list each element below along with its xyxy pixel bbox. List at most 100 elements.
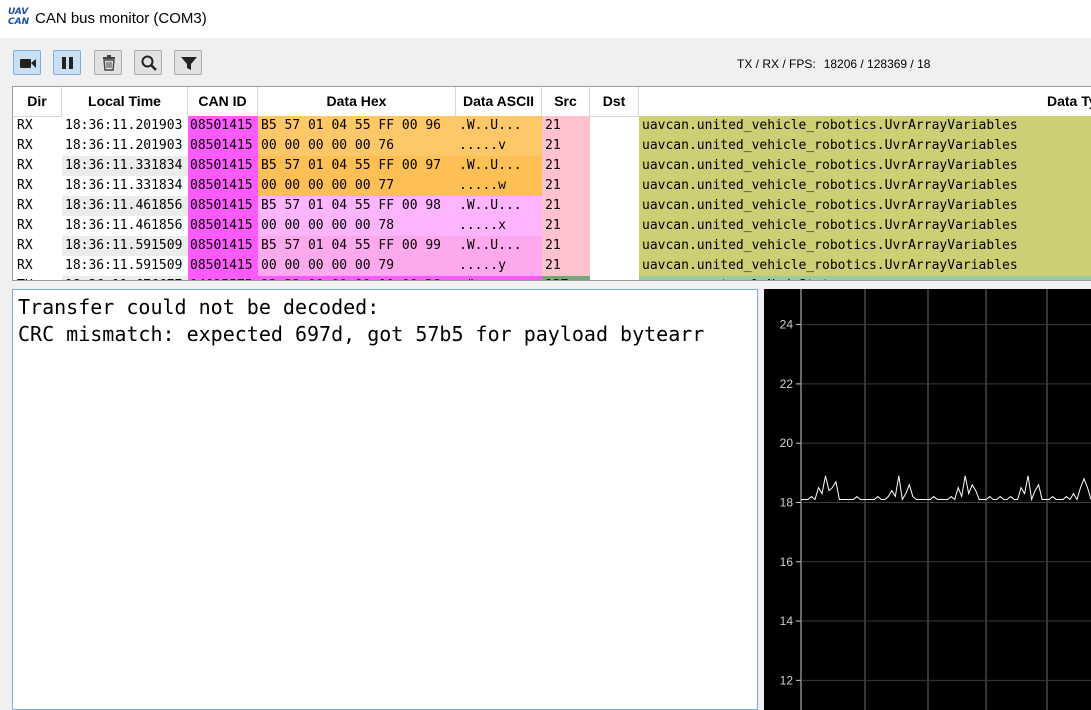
cell-src: 127: [542, 276, 590, 280]
frames-table[interactable]: Dir Local Time CAN ID Data Hex Data ASCI…: [12, 86, 1091, 281]
plot-panel[interactable]: 24 22 20 18 16 14 12: [764, 289, 1091, 710]
cell-dst: [590, 216, 639, 236]
cell-can-id: 08501415: [188, 116, 258, 136]
column-header-dir[interactable]: Dir: [13, 87, 62, 116]
cell-data-type: uavcan.united_vehicle_robotics.UvrArrayV…: [639, 256, 1091, 276]
cell-local-time: 18:36:11.591509: [62, 236, 188, 256]
cell-data-type: uavcan.united_vehicle_robotics.UvrArrayV…: [639, 216, 1091, 236]
y-tick-label: 14: [780, 614, 794, 628]
cell-data-hex: 00 00 00 00 00 79: [258, 256, 456, 276]
cell-can-id: 08501415: [188, 256, 258, 276]
y-tick-label: 18: [780, 495, 794, 509]
table-row[interactable]: RX 18:36:11.591509 08501415 B5 57 01 04 55 …: [13, 236, 1091, 256]
cell-data-ascii: .W..U...: [456, 236, 542, 256]
cell-data-hex: 00 00 00 00 00 78: [258, 216, 456, 236]
cell-data-ascii: ."......: [456, 276, 542, 280]
column-header-data-ascii[interactable]: Data ASCII: [456, 87, 542, 116]
y-tick-label: 12: [780, 673, 794, 687]
cell-dir: RX: [17, 218, 33, 233]
stats-value: 18206 / 128369 / 18: [823, 57, 931, 71]
decode-output-panel[interactable]: Transfer could not be decoded: CRC misma…: [12, 289, 758, 710]
cell-data-type: uavcan.united_vehicle_robotics.UvrArrayV…: [639, 196, 1091, 216]
uavcan-logo: UAV CAN: [8, 7, 30, 27]
cell-data-type: uavcan.united_vehicle_robotics.UvrArrayV…: [639, 236, 1091, 256]
column-header-local-time[interactable]: Local Time: [62, 87, 188, 116]
pause-button[interactable]: [53, 50, 81, 75]
cell-local-time: 18:36:11.331834: [62, 176, 188, 196]
table-row[interactable]: TX18:36:11.6766771401557512 22 00 00 00 …: [13, 276, 1091, 280]
cell-data-type: uavcan.united_vehicle_robotics.UvrArrayV…: [639, 116, 1091, 136]
cell-local-time: 18:36:11.201903: [62, 136, 188, 156]
cell-data-ascii: .W..U...: [456, 196, 542, 216]
cell-dst: [590, 256, 639, 276]
cell-data-ascii: .....y: [456, 256, 542, 276]
cell-local-time: 18:36:11.676677: [62, 276, 188, 280]
table-row[interactable]: RX 18:36:11.201903 08501415 B5 57 01 04 55 …: [13, 116, 1091, 136]
cell-src: 21: [542, 116, 590, 136]
cell-data-ascii: .....x: [456, 216, 542, 236]
table-row[interactable]: RX 18:36:11.461856 08501415 00 00 00 00 00 …: [13, 216, 1091, 236]
table-row[interactable]: RX 18:36:11.591509 08501415 00 00 00 00 00 …: [13, 256, 1091, 276]
table-header: Dir Local Time CAN ID Data Hex Data ASCI…: [13, 87, 1091, 117]
cell-data-type: uavcan.united_vehicle_robotics.UvrArrayV…: [639, 176, 1091, 196]
cell-data-type: uavcan.protocol.NodeStatus: [639, 276, 1091, 280]
clear-button[interactable]: [94, 50, 122, 75]
cell-data-ascii: .W..U...: [456, 116, 542, 136]
cell-src: 21: [542, 156, 590, 176]
cell-data-hex: B5 57 01 04 55 FF 00 99: [258, 236, 456, 256]
y-tick-label: 22: [780, 377, 794, 391]
window-title: CAN bus monitor (COM3): [35, 10, 207, 27]
column-header-src[interactable]: Src: [542, 87, 590, 116]
y-tick-label: 24: [780, 318, 794, 332]
cell-data-ascii: .W..U...: [456, 156, 542, 176]
cell-dst: [590, 136, 639, 156]
pause-icon: [62, 57, 73, 69]
video-camera-icon: [20, 59, 36, 68]
cell-src: 21: [542, 136, 590, 156]
record-button[interactable]: [13, 50, 41, 75]
column-header-data-type[interactable]: Data Type: [639, 87, 1091, 116]
cell-dir: RX: [17, 178, 33, 193]
cell-can-id: 08501415: [188, 236, 258, 256]
cell-dir: RX: [17, 138, 33, 153]
column-header-can-id[interactable]: CAN ID: [188, 87, 258, 116]
cell-src: 21: [542, 196, 590, 216]
cell-data-hex: 00 00 00 00 00 76: [258, 136, 456, 156]
cell-src: 21: [542, 176, 590, 196]
search-button[interactable]: [134, 50, 162, 75]
cell-local-time: 18:36:11.201903: [62, 116, 188, 136]
column-header-data-hex[interactable]: Data Hex: [258, 87, 456, 116]
cell-dir: TX: [13, 276, 62, 280]
value-plot: 24 22 20 18 16 14 12: [780, 289, 1091, 710]
cell-src: 21: [542, 256, 590, 276]
table-row[interactable]: RX 18:36:11.331834 08501415 00 00 00 00 00 …: [13, 176, 1091, 196]
cell-dst: [590, 236, 639, 256]
cell-can-id: 08501415: [188, 176, 258, 196]
cell-data-ascii: .....w: [456, 176, 542, 196]
cell-dst: [590, 276, 639, 280]
table-row[interactable]: RX 18:36:11.331834 08501415 B5 57 01 04 55 …: [13, 156, 1091, 176]
cell-dir: RX: [17, 198, 33, 213]
cell-dst: [590, 176, 639, 196]
column-header-dst[interactable]: Dst: [590, 87, 639, 116]
cell-dir: RX: [17, 158, 33, 173]
cell-local-time: 18:36:11.591509: [62, 256, 188, 276]
table-row[interactable]: RX 18:36:11.461856 08501415 B5 57 01 04 55 …: [13, 196, 1091, 216]
cell-dir: RX: [17, 118, 33, 133]
cell-dst: [590, 156, 639, 176]
filter-button[interactable]: [174, 50, 202, 75]
search-icon: [141, 55, 157, 71]
cell-dir: RX: [17, 258, 33, 273]
traffic-stats: TX / RX / FPS: 18206 / 128369 / 18: [737, 57, 930, 71]
cell-data-hex: 12 22 00 00 00 00 00 D8: [258, 276, 456, 280]
cell-data-type: uavcan.united_vehicle_robotics.UvrArrayV…: [639, 136, 1091, 156]
cell-data-type: uavcan.united_vehicle_robotics.UvrArrayV…: [639, 156, 1091, 176]
cell-data-hex: 00 00 00 00 00 77: [258, 176, 456, 196]
cell-can-id: 08501415: [188, 156, 258, 176]
table-row[interactable]: RX 18:36:11.201903 08501415 00 00 00 00 00 …: [13, 136, 1091, 156]
cell-local-time: 18:36:11.461856: [62, 196, 188, 216]
filter-icon: [181, 57, 197, 70]
y-tick-label: 16: [780, 555, 794, 569]
cell-can-id: 14015575: [188, 276, 258, 280]
cell-data-hex: B5 57 01 04 55 FF 00 96: [258, 116, 456, 136]
